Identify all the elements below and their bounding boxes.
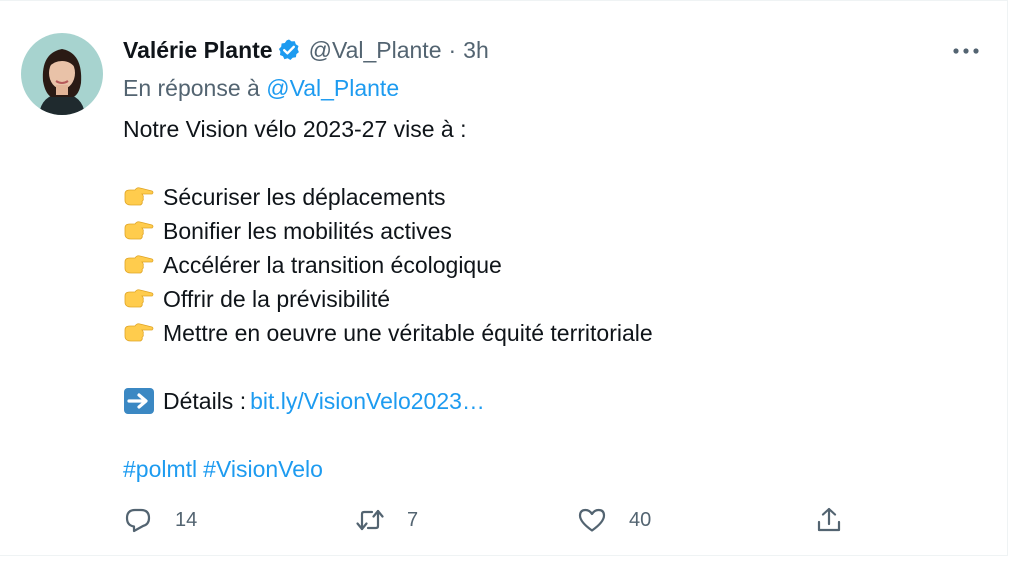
retweet-icon bbox=[356, 509, 384, 531]
pointing-right-hand-icon bbox=[124, 187, 154, 206]
reply-button[interactable]: 14 bbox=[123, 503, 197, 537]
hashtag-link[interactable]: #polmtl bbox=[123, 452, 197, 486]
tweet-actions: 14 7 40 bbox=[123, 503, 883, 537]
timestamp[interactable]: 3h bbox=[463, 37, 489, 64]
list-item: Mettre en oeuvre une véritable équité te… bbox=[123, 316, 983, 350]
reply-handle-link[interactable]: @Val_Plante bbox=[266, 75, 399, 101]
details-link[interactable]: bit.ly/VisionVelo2023… bbox=[250, 384, 485, 418]
right-arrow-icon bbox=[124, 388, 154, 414]
list-item-text: Bonifier les mobilités actives bbox=[163, 218, 452, 244]
reply-icon bbox=[125, 508, 151, 533]
more-dots-icon bbox=[953, 48, 979, 54]
pointing-right-hand-icon bbox=[124, 323, 154, 342]
tweet-card[interactable]: Valérie Plante @Val_Plante · 3h En répon… bbox=[0, 0, 1008, 556]
list-item-text: Accélérer la transition écologique bbox=[163, 252, 502, 278]
tweet-text: Notre Vision vélo 2023-27 vise à : Sécur… bbox=[123, 112, 983, 486]
separator-dot: · bbox=[448, 36, 457, 63]
details-label: Détails : bbox=[163, 388, 247, 414]
like-count: 40 bbox=[629, 508, 652, 531]
list-item-text: Sécuriser les déplacements bbox=[163, 184, 446, 210]
list-item-text: Mettre en oeuvre une véritable équité te… bbox=[163, 320, 653, 346]
intro-line: Notre Vision vélo 2023-27 vise à : bbox=[123, 116, 467, 142]
reply-prefix: En réponse à bbox=[123, 75, 260, 101]
reply-context: En réponse à @Val_Plante bbox=[123, 75, 399, 102]
verified-badge-icon bbox=[277, 38, 301, 62]
like-button[interactable]: 40 bbox=[577, 503, 651, 537]
list-item: Accélérer la transition écologique bbox=[123, 248, 983, 282]
details-line: Détails : bit.ly/VisionVelo2023… bbox=[123, 384, 983, 418]
heart-icon bbox=[578, 508, 606, 532]
pointing-right-hand-icon bbox=[124, 255, 154, 274]
hashtags-line: #polmtl #VisionVelo bbox=[123, 452, 983, 486]
hashtag-link[interactable]: #VisionVelo bbox=[203, 452, 323, 486]
more-options-button[interactable] bbox=[950, 39, 982, 63]
share-button[interactable] bbox=[814, 503, 844, 537]
user-handle[interactable]: @Val_Plante bbox=[309, 37, 442, 64]
share-icon bbox=[817, 507, 841, 532]
tweet-header: Valérie Plante @Val_Plante · 3h bbox=[123, 35, 489, 65]
pointing-right-hand-icon bbox=[124, 221, 154, 240]
pointing-right-hand-icon bbox=[124, 289, 154, 308]
avatar[interactable] bbox=[21, 33, 103, 115]
list-item-text: Offrir de la prévisibilité bbox=[163, 286, 391, 312]
list-item: Offrir de la prévisibilité bbox=[123, 282, 983, 316]
retweet-count: 7 bbox=[407, 508, 419, 531]
avatar-photo bbox=[21, 33, 103, 115]
list-item: Sécuriser les déplacements bbox=[123, 180, 983, 214]
display-name[interactable]: Valérie Plante bbox=[123, 37, 273, 64]
retweet-button[interactable]: 7 bbox=[355, 503, 418, 537]
reply-count: 14 bbox=[175, 508, 198, 531]
list-item: Bonifier les mobilités actives bbox=[123, 214, 983, 248]
